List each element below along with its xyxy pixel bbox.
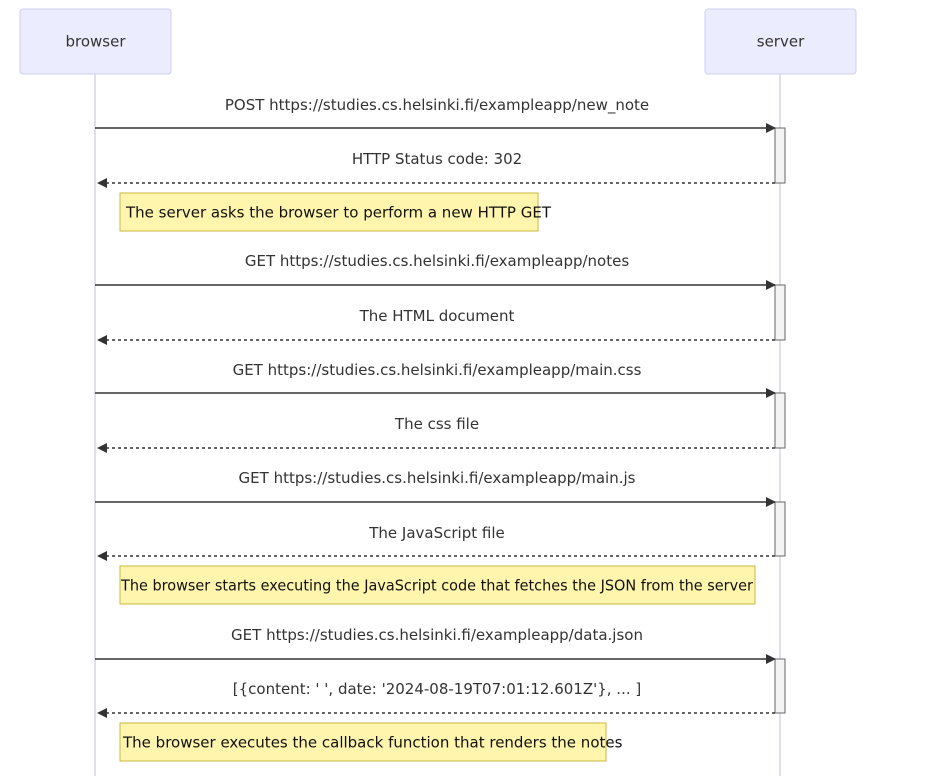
message-label-3: GET https://studies.cs.helsinki.fi/examp… <box>245 252 629 270</box>
note-3-text: The browser executes the callback functi… <box>122 734 623 752</box>
message-label-4: The HTML document <box>359 307 515 325</box>
message-label-9: GET https://studies.cs.helsinki.fi/examp… <box>231 626 643 644</box>
server-activation-2 <box>774 284 786 341</box>
note-1-text: The server asks the browser to perform a… <box>125 204 552 222</box>
message-label-1: POST https://studies.cs.helsinki.fi/exam… <box>225 96 649 115</box>
sequence-diagram: browser server POST https://studies.cs.h… <box>19 8 857 776</box>
note-2-text: The browser starts executing the JavaScr… <box>120 577 754 595</box>
note-1: The server asks the browser to perform a… <box>119 192 552 232</box>
message-label-5: GET https://studies.cs.helsinki.fi/examp… <box>233 361 642 379</box>
note-3: The browser executes the callback functi… <box>119 722 623 762</box>
note-2: The browser starts executing the JavaScr… <box>119 565 756 605</box>
server-activation-1 <box>774 127 786 184</box>
message-label-7: GET https://studies.cs.helsinki.fi/examp… <box>239 469 636 487</box>
server-activation-3 <box>774 392 786 449</box>
message-label-8: The JavaScript file <box>368 524 504 542</box>
message-label-6: The css file <box>394 415 479 433</box>
server-activation-5 <box>774 658 786 714</box>
message-label-2: HTTP Status code: 302 <box>352 150 522 168</box>
message-label-10: [{content: ' ', date: '2024-08-19T07:01:… <box>233 680 641 698</box>
actor-server-label: server <box>757 33 805 51</box>
actor-server: server <box>704 8 857 75</box>
actor-browser: browser <box>19 8 172 75</box>
server-activation-4 <box>774 501 786 557</box>
actor-browser-label: browser <box>65 33 126 51</box>
